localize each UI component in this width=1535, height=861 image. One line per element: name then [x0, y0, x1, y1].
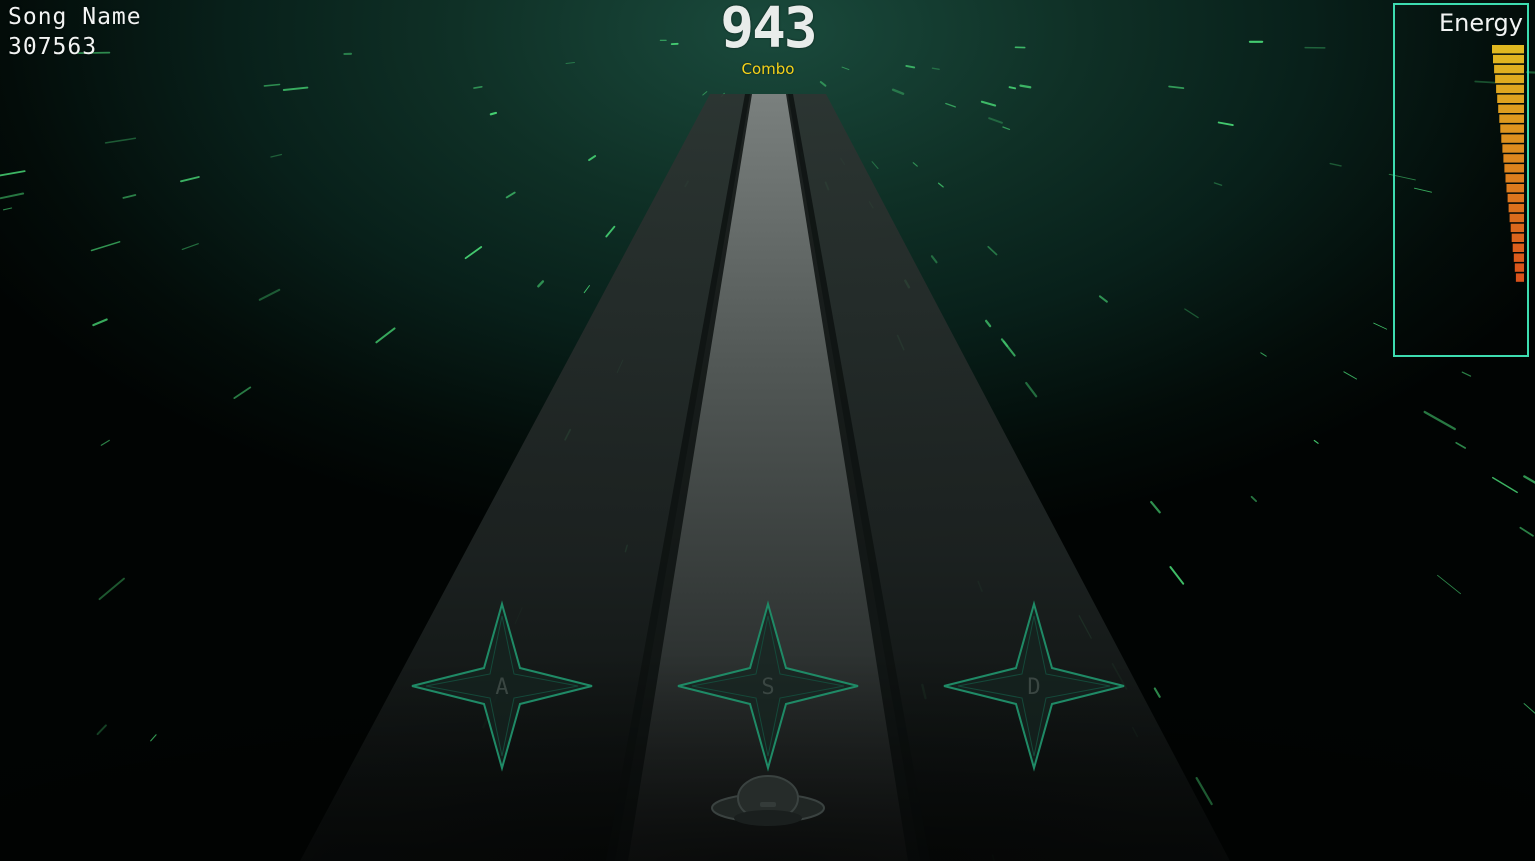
energy-segment: [1514, 263, 1524, 272]
energy-segment: [1506, 184, 1524, 193]
energy-segment: [1515, 273, 1524, 282]
energy-panel: Energy: [1393, 3, 1529, 357]
energy-segment: [1498, 104, 1524, 113]
energy-segment: [1496, 84, 1524, 94]
score-value: 307563: [8, 34, 98, 60]
energy-segment: [1499, 114, 1524, 123]
lane-key-label: S: [761, 675, 774, 700]
energy-segment: [1505, 174, 1524, 183]
energy-meter: [1492, 45, 1524, 282]
energy-segment: [1511, 233, 1524, 242]
energy-segment: [1510, 223, 1524, 233]
energy-segment: [1492, 45, 1524, 54]
lane-key-label: A: [495, 675, 508, 700]
energy-segment: [1509, 213, 1524, 223]
lane-key-label: D: [1027, 675, 1040, 700]
energy-label: Energy: [1438, 9, 1523, 37]
energy-segment: [1504, 164, 1524, 173]
combo-label: Combo: [741, 60, 795, 78]
track-backdrop: ASD: [0, 39, 1535, 861]
energy-segment: [1493, 54, 1524, 64]
combo-count: 943: [720, 0, 817, 61]
energy-segment: [1507, 193, 1524, 203]
energy-segment: [1508, 203, 1524, 213]
energy-segment: [1495, 74, 1524, 84]
energy-segment: [1502, 144, 1524, 153]
song-name: Song Name: [8, 4, 142, 30]
energy-segment: [1503, 154, 1524, 163]
game-scene: A S D Song Name 307563 943 Combo Energy: [0, 0, 1535, 861]
energy-segment: [1500, 124, 1524, 133]
energy-segment: [1512, 243, 1524, 252]
energy-segment: [1497, 94, 1524, 103]
energy-segment: [1494, 64, 1524, 74]
energy-segment: [1501, 134, 1524, 143]
energy-segment: [1513, 253, 1524, 262]
